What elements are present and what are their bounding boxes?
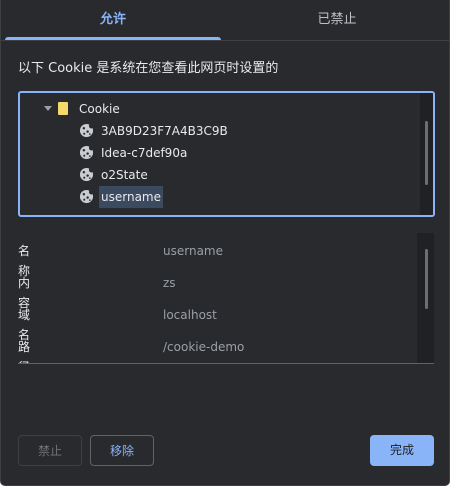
detail-value: /cookie-demo bbox=[163, 340, 245, 354]
details-scrollbar[interactable] bbox=[417, 233, 434, 363]
cookie-icon bbox=[79, 145, 94, 160]
cookie-icon bbox=[79, 167, 94, 182]
folder-icon bbox=[58, 102, 68, 115]
cookie-details: 名称 username 内容 zs 域名 localhost 路径 /cooki… bbox=[18, 233, 434, 364]
tree-scrollbar[interactable] bbox=[420, 93, 433, 215]
detail-value: zs bbox=[163, 276, 176, 290]
tree-item-label: username bbox=[99, 186, 163, 208]
tab-bar: 允许 已禁止 bbox=[1, 0, 449, 41]
cookies-dialog: 允许 已禁止 以下 Cookie 是系统在您查看此网页时设置的 Cookie 3… bbox=[1, 0, 449, 485]
done-button[interactable]: 完成 bbox=[370, 435, 434, 466]
tree-item-label: o2State bbox=[101, 168, 148, 182]
tree-scrollbar-thumb[interactable] bbox=[425, 121, 428, 185]
tree-folder-label: Cookie bbox=[79, 102, 120, 116]
remove-button[interactable]: 移除 bbox=[90, 435, 154, 466]
cookie-icon bbox=[79, 189, 94, 204]
cookie-tree[interactable]: Cookie 3AB9D23F7A4B3C9B Idea-c7def90a o2… bbox=[18, 91, 435, 217]
expand-arrow-icon[interactable] bbox=[44, 106, 52, 111]
cookie-icon bbox=[79, 123, 94, 138]
details-scrollbar-thumb[interactable] bbox=[425, 249, 428, 309]
detail-value: username bbox=[163, 244, 223, 258]
block-button[interactable]: 禁止 bbox=[18, 435, 82, 466]
tab-blocked[interactable]: 已禁止 bbox=[225, 0, 449, 40]
tab-allowed[interactable]: 允许 bbox=[1, 0, 225, 40]
tab-allowed-label: 允许 bbox=[99, 12, 126, 27]
detail-value: localhost bbox=[163, 308, 217, 322]
active-tab-indicator bbox=[5, 37, 221, 40]
tree-item-label: Idea-c7def90a bbox=[101, 146, 188, 160]
cookies-description: 以下 Cookie 是系统在您查看此网页时设置的 bbox=[18, 61, 279, 76]
tree-item-label: 3AB9D23F7A4B3C9B bbox=[101, 124, 228, 138]
tab-blocked-label: 已禁止 bbox=[317, 12, 357, 27]
detail-key: 路径 bbox=[18, 340, 31, 363]
